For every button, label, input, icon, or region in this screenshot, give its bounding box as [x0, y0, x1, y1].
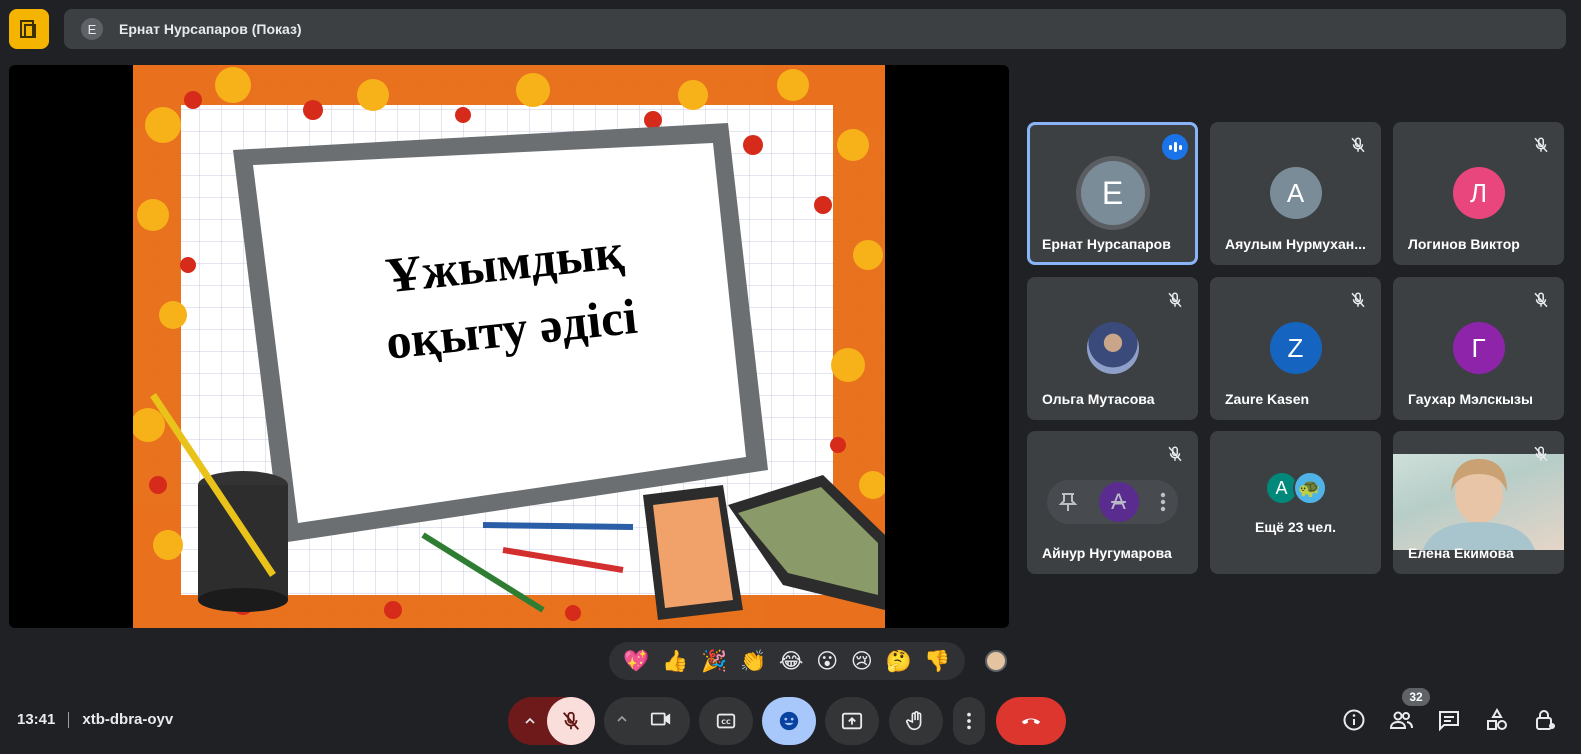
reaction-thumbs-down[interactable]: 👎: [924, 650, 950, 672]
microphone-control: [508, 697, 595, 745]
more-options-icon[interactable]: [1160, 492, 1166, 512]
video-options-button[interactable]: [614, 711, 630, 732]
meeting-details-button[interactable]: [1342, 708, 1366, 734]
reaction-thumbs-up[interactable]: 👍: [662, 650, 688, 672]
avatar: А: [1269, 167, 1322, 219]
meeting-info: 13:41 xtb-dbra-oyv: [17, 711, 173, 728]
raise-hand-icon: [906, 711, 922, 731]
tile-hover-controls: А: [1047, 480, 1178, 524]
mic-off-icon: [1351, 137, 1365, 153]
clock: 13:41: [17, 711, 56, 728]
presentation-stage: Ұжымдық оқыту әдісі: [9, 65, 1009, 628]
lock-person-icon: [1536, 710, 1555, 730]
reaction-surprised[interactable]: 😮: [816, 650, 838, 672]
participant-tile[interactable]: Ольга Мутасова: [1027, 277, 1198, 420]
skin-tone-picker[interactable]: [985, 650, 1007, 672]
more-options-button[interactable]: [953, 697, 985, 745]
presenter-title: Ернат Нурсапаров (Показ): [119, 21, 302, 37]
presentation-logo-icon[interactable]: [9, 9, 49, 49]
participant-tile[interactable]: E Ернат Нурсапаров: [1027, 122, 1198, 265]
chevron-up-icon: [617, 715, 627, 722]
slides-icon: [20, 20, 36, 38]
svg-text:CC: CC: [721, 718, 731, 726]
mic-off-icon: [1168, 292, 1182, 308]
reaction-bar: 💖 👍 🎉 👏 😂 😮 😢 🤔 👎: [609, 642, 965, 680]
reaction-thinking[interactable]: 🤔: [885, 650, 911, 672]
reaction-sad[interactable]: 😢: [851, 650, 873, 672]
participant-name: Zaure Kasen: [1225, 391, 1310, 407]
info-icon: [1343, 709, 1365, 731]
avatar: Г: [1452, 322, 1505, 374]
others-tile[interactable]: А 🐢 Ещё 23 чел.: [1210, 431, 1381, 574]
reaction-party[interactable]: 🎉: [701, 650, 727, 672]
participant-name: Аяулым Нурмухан...: [1225, 236, 1366, 252]
call-end-icon: [1021, 718, 1041, 725]
reaction-heart[interactable]: 💖: [623, 650, 649, 672]
avatar: А: [1098, 482, 1139, 522]
avatar: E: [1075, 156, 1150, 230]
participant-tile[interactable]: А Айнур Нугумарова: [1027, 431, 1198, 574]
chevron-up-icon: [525, 717, 535, 724]
participant-name: Логинов Виктор: [1408, 236, 1520, 252]
avatar: Z: [1269, 322, 1322, 374]
speaking-indicator-icon: [1162, 134, 1188, 160]
raise-hand-button[interactable]: [889, 697, 943, 745]
presenter-bar: E Ернат Нурсапаров (Показ): [64, 9, 1566, 49]
host-controls-button[interactable]: [1533, 708, 1557, 734]
more-vert-icon: [967, 712, 971, 730]
people-icon: [1389, 711, 1413, 729]
participants-button[interactable]: [1389, 708, 1413, 734]
mic-off-icon: [562, 711, 580, 730]
activities-button[interactable]: [1485, 707, 1509, 734]
participant-name: Гаухар Мэлскызы: [1408, 391, 1533, 407]
participants-count-badge: 32: [1402, 688, 1430, 706]
shapes-icon: [1487, 707, 1507, 730]
participant-name: Ольга Мутасова: [1042, 391, 1155, 407]
participant-name: Елена Екимова: [1408, 545, 1514, 561]
participant-tile[interactable]: Z Zaure Kasen: [1210, 277, 1381, 420]
captions-button[interactable]: CC: [699, 697, 753, 745]
present-screen-button[interactable]: [825, 697, 879, 745]
participant-tile[interactable]: А Аяулым Нурмухан...: [1210, 122, 1381, 265]
chat-button[interactable]: [1437, 708, 1461, 734]
avatar-photo: 🐢: [1292, 471, 1327, 505]
camera-control: [604, 697, 690, 745]
avatar: Л: [1452, 167, 1505, 219]
others-avatars: А 🐢: [1264, 471, 1327, 505]
participant-tile[interactable]: Елена Екимова: [1393, 431, 1564, 574]
mic-off-icon: [1534, 446, 1548, 462]
camera-toggle-button[interactable]: [650, 708, 672, 735]
participant-tile[interactable]: Л Логинов Виктор: [1393, 122, 1564, 265]
mic-off-icon: [1351, 292, 1365, 308]
participant-tile[interactable]: Г Гаухар Мэлскызы: [1393, 277, 1564, 420]
mic-off-icon: [1168, 446, 1182, 462]
presentation-slide: Ұжымдық оқыту әдісі: [133, 65, 885, 628]
audio-options-button[interactable]: [518, 713, 542, 729]
mic-toggle-button[interactable]: [547, 697, 595, 745]
reactions-button[interactable]: [762, 697, 816, 745]
closed-captions-icon: CC: [716, 713, 736, 729]
meeting-code: xtb-dbra-oyv: [82, 711, 174, 728]
divider: [68, 711, 70, 728]
reaction-clap[interactable]: 👏: [740, 650, 766, 672]
pin-icon[interactable]: [1059, 492, 1077, 512]
mic-off-icon: [1534, 292, 1548, 308]
presenter-avatar: E: [81, 18, 103, 40]
mic-off-icon: [1534, 137, 1548, 153]
chat-icon: [1439, 711, 1459, 732]
avatar-photo: [1086, 322, 1139, 374]
leave-call-button[interactable]: [996, 697, 1066, 745]
others-count: Ещё 23 чел.: [1255, 519, 1336, 535]
reaction-laugh[interactable]: 😂: [779, 650, 804, 672]
participant-name: Айнур Нугумарова: [1042, 545, 1172, 561]
present-to-all-icon: [841, 712, 863, 730]
participant-name: Ернат Нурсапаров: [1042, 236, 1171, 252]
videocam-icon: [650, 712, 671, 725]
participant-video: [1393, 454, 1564, 550]
emoji-icon: [779, 711, 799, 731]
